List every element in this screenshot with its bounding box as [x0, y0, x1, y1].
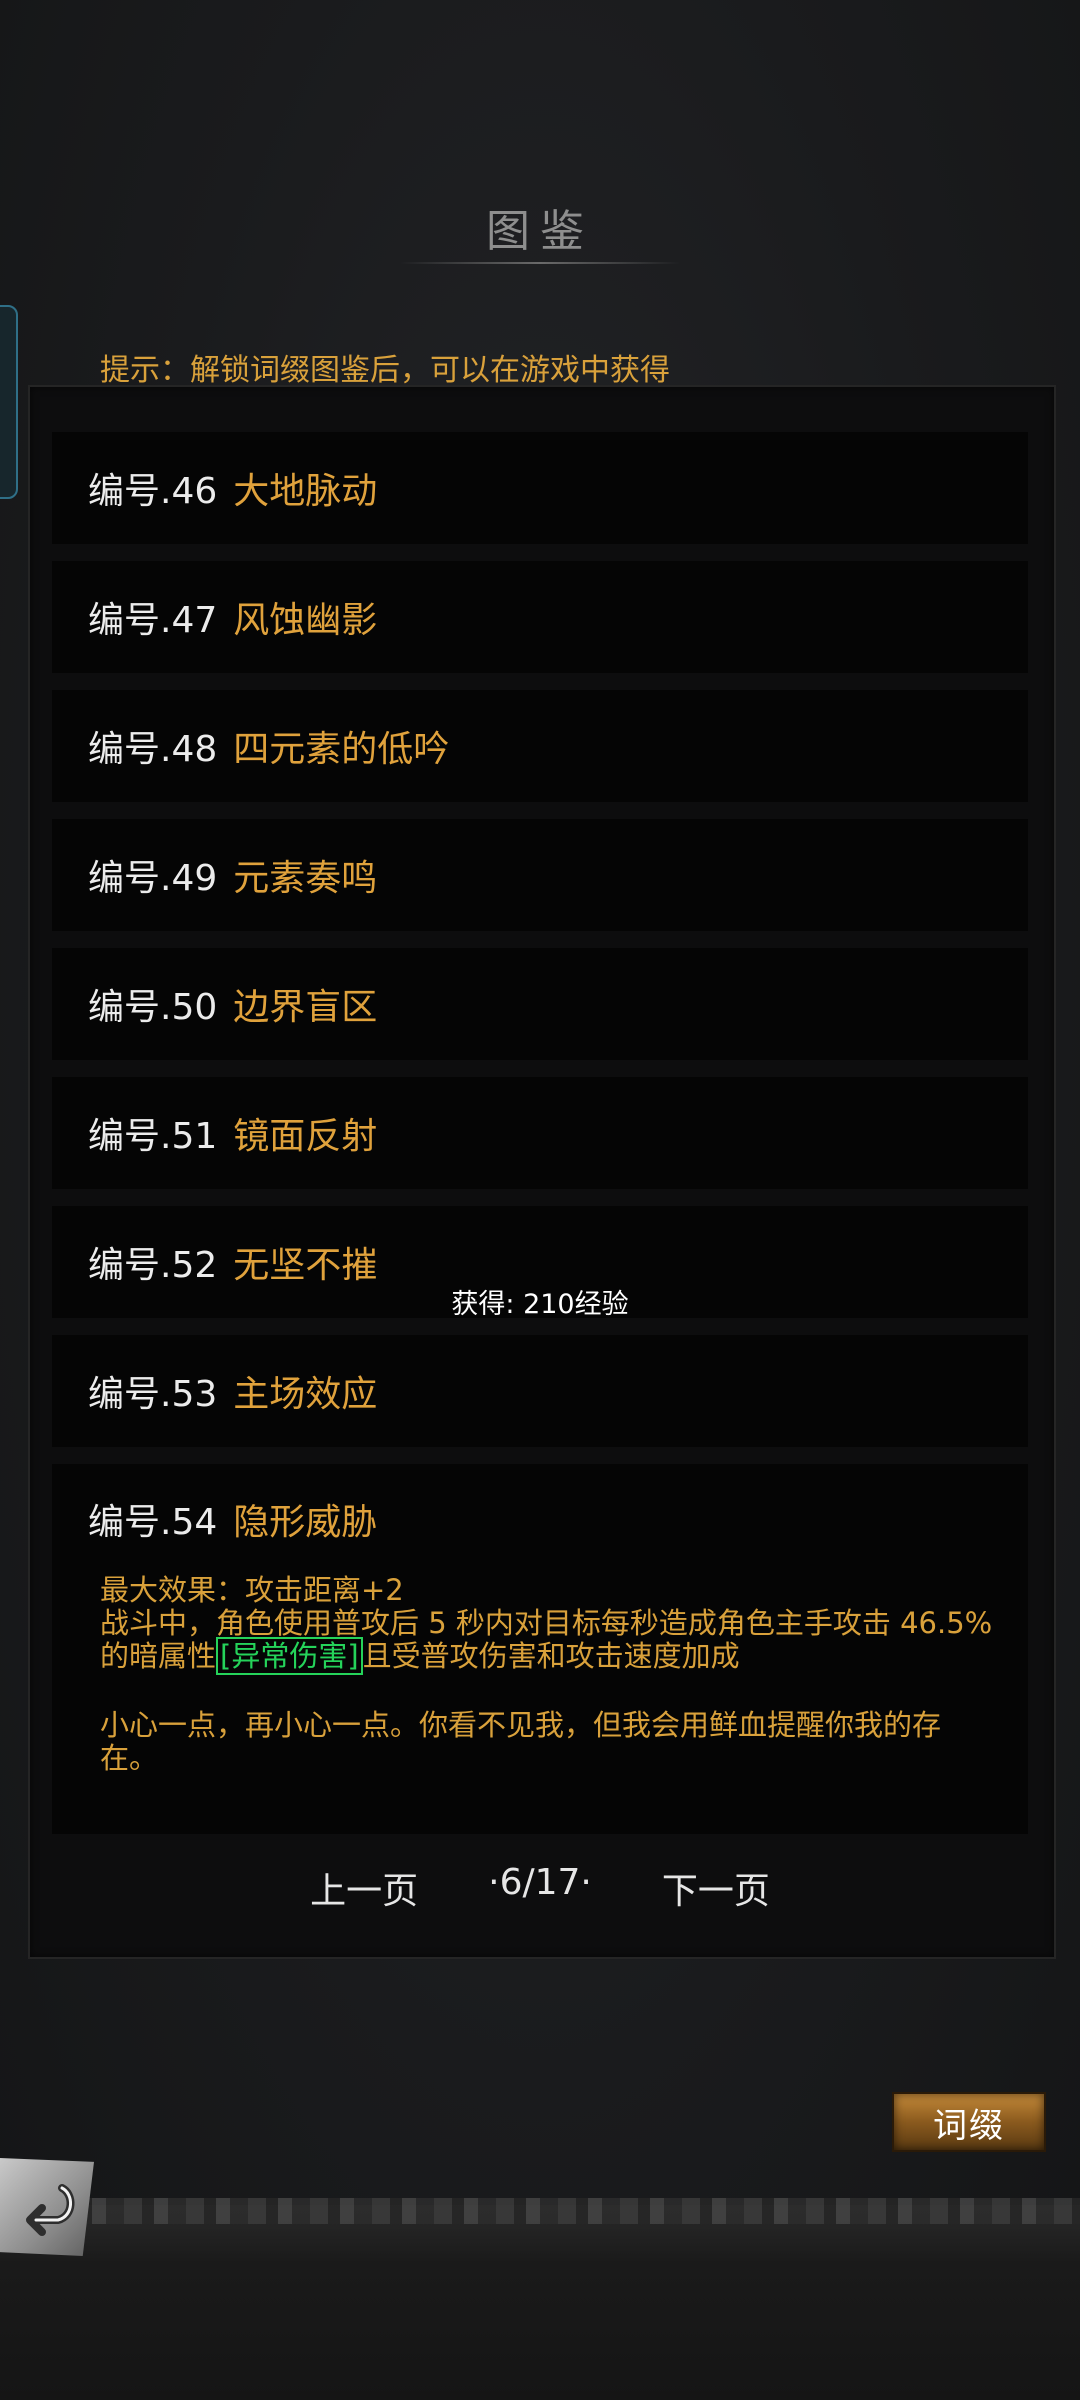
entry-name: 镜面反射 [233, 1116, 378, 1157]
abnormal-damage-tag[interactable]: [异常伤害] [216, 1637, 363, 1675]
entry-name: 无坚不摧 [233, 1245, 378, 1286]
entry-name: 主场效应 [233, 1374, 378, 1415]
affix-button[interactable]: 词缀 [892, 2092, 1046, 2152]
torn-edge-divider [0, 2198, 1080, 2224]
hint-text: 提示：解锁词缀图鉴后，可以在游戏中获得 [100, 353, 670, 388]
back-arrow-icon [12, 2170, 82, 2244]
prev-page-button[interactable]: 上一页 [310, 1862, 418, 1914]
entry-number: 编号.50 [88, 987, 218, 1028]
entry-row-53[interactable]: 编号.53 主场效应 [52, 1335, 1028, 1447]
entry-name: 四元素的低吟 [233, 729, 450, 770]
reward-toast: 获得: 210经验 [451, 1289, 629, 1320]
entry-row-48[interactable]: 编号.48 四元素的低吟 [52, 690, 1028, 802]
entry-name: 边界盲区 [233, 987, 378, 1028]
page-indicator: ·6/17· [488, 1862, 592, 1903]
entry-number: 编号.47 [88, 600, 218, 641]
side-tab[interactable] [0, 305, 18, 499]
entry-row-54-expanded[interactable]: 编号.54 隐形威胁 最大效果：攻击距离+2 战斗中，角色使用普攻后 5 秒内对… [52, 1464, 1028, 1834]
entry-row-50[interactable]: 编号.50 边界盲区 [52, 948, 1028, 1060]
entry-number: 编号.53 [88, 1374, 218, 1415]
effect-desc-part2: 且受普攻伤害和攻击速度加成 [362, 1639, 740, 1673]
flavor-text: 小心一点，再小心一点。你看不见我，但我会用鲜血提醒你我的存在。 [100, 1708, 942, 1775]
pagination: 上一页 ·6/17· 下一页 [0, 1862, 1080, 1914]
page-title: 图鉴 [486, 206, 594, 257]
entry-detail: 最大效果：攻击距离+2 战斗中，角色使用普攻后 5 秒内对目标每秒造成角色主手攻… [88, 1574, 1028, 1775]
entry-name: 风蚀幽影 [233, 600, 378, 641]
entry-number: 编号.52 [88, 1245, 218, 1286]
title-divider [400, 262, 680, 264]
entry-row-46[interactable]: 编号.46 大地脉动 [52, 432, 1028, 544]
entry-row-49[interactable]: 编号.49 元素奏鸣 [52, 819, 1028, 931]
entry-header: 编号.54 隐形威胁 [88, 1464, 1028, 1574]
entry-number: 编号.54 [88, 1502, 218, 1543]
entry-row-47[interactable]: 编号.47 风蚀幽影 [52, 561, 1028, 673]
entry-name: 元素奏鸣 [233, 858, 378, 899]
entry-number: 编号.49 [88, 858, 218, 899]
entry-list: 编号.46 大地脉动 编号.47 风蚀幽影 编号.48 四元素的低吟 编号.49… [52, 432, 1028, 1851]
entry-number: 编号.48 [88, 729, 218, 770]
effect-description: 战斗中，角色使用普攻后 5 秒内对目标每秒造成角色主手攻击 46.5% 的暗属性… [100, 1607, 998, 1675]
next-page-button[interactable]: 下一页 [662, 1862, 770, 1914]
back-button[interactable] [0, 2158, 94, 2256]
entry-row-51[interactable]: 编号.51 镜面反射 [52, 1077, 1028, 1189]
bottom-band [0, 2205, 1080, 2400]
max-effect: 最大效果：攻击距离+2 [100, 1573, 404, 1607]
entry-name: 大地脉动 [233, 471, 378, 512]
entry-number: 编号.46 [88, 471, 218, 512]
entry-number: 编号.51 [88, 1116, 218, 1157]
entry-name: 隐形威胁 [233, 1502, 378, 1543]
